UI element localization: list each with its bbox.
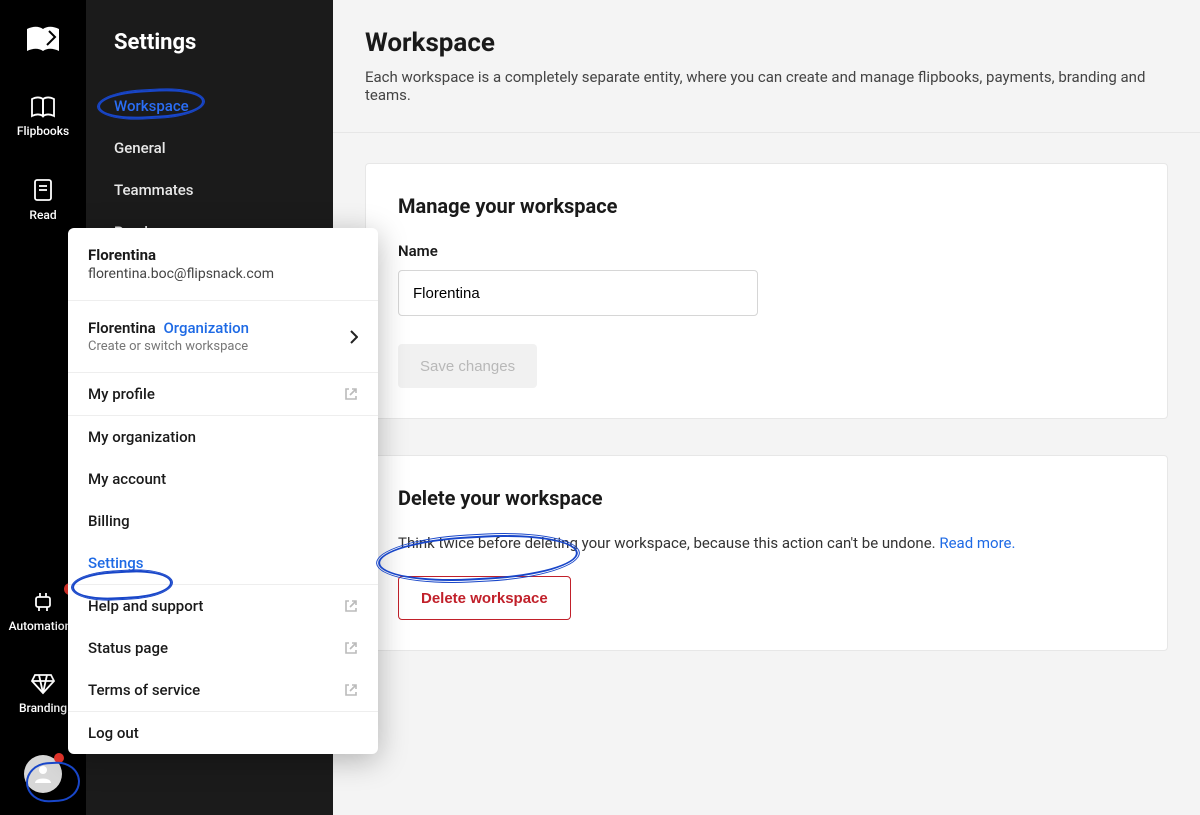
- page-header: Workspace Each workspace is a completely…: [333, 0, 1200, 133]
- dropdown-item-my-account[interactable]: My account: [68, 458, 378, 500]
- card-heading: Delete your workspace: [398, 486, 1135, 510]
- rail-label: Flipbooks: [17, 124, 69, 138]
- external-link-icon: [344, 641, 358, 655]
- dropdown-item-label: Billing: [88, 512, 130, 530]
- dropdown-item-label: Settings: [88, 554, 144, 572]
- dropdown-user-name: Florentina: [88, 246, 358, 264]
- rail-item-read[interactable]: Read: [0, 178, 86, 222]
- dropdown-item-label: My organization: [88, 428, 196, 446]
- sidebar-item-workspace[interactable]: Workspace: [86, 85, 333, 127]
- workspace-name-input[interactable]: [398, 270, 758, 316]
- manage-workspace-card: Manage your workspace Name Save changes: [365, 163, 1168, 419]
- sidebar-item-general[interactable]: General: [86, 127, 333, 169]
- robot-icon: [31, 589, 55, 613]
- chevron-right-icon: [350, 330, 358, 344]
- delete-workspace-button[interactable]: Delete workspace: [398, 576, 571, 620]
- dropdown-menu-list: My profile My organization My account Bi…: [68, 373, 378, 754]
- external-link-icon: [344, 599, 358, 613]
- dropdown-org-label: Organization: [163, 319, 249, 337]
- dropdown-workspace-name: Florentina: [88, 319, 156, 337]
- person-icon: [32, 763, 54, 785]
- main-content: Workspace Each workspace is a completely…: [333, 0, 1200, 815]
- sidebar-item-teammates[interactable]: Teammates: [86, 169, 333, 211]
- rail-item-flipbooks[interactable]: Flipbooks: [0, 96, 86, 138]
- page-title: Workspace: [365, 28, 1168, 58]
- save-changes-button[interactable]: Save changes: [398, 344, 537, 388]
- dropdown-user-section: Florentina florentina.boc@flipsnack.com: [68, 228, 378, 301]
- read-more-link[interactable]: Read more.: [939, 534, 1015, 552]
- dropdown-item-terms[interactable]: Terms of service: [68, 669, 378, 711]
- dropdown-item-label: My account: [88, 470, 166, 488]
- dropdown-item-billing[interactable]: Billing: [68, 500, 378, 542]
- name-field-label: Name: [398, 242, 1135, 260]
- dropdown-item-label: Log out: [88, 724, 139, 742]
- card-heading: Manage your workspace: [398, 194, 1135, 218]
- account-avatar[interactable]: [24, 755, 62, 793]
- notification-dot: [54, 753, 64, 763]
- external-link-icon: [344, 387, 358, 401]
- external-link-icon: [344, 683, 358, 697]
- delete-warning-text: Think twice before deleting your workspa…: [398, 534, 1135, 552]
- rail-label: Branding: [19, 701, 67, 715]
- delete-warning-body: Think twice before deleting your workspa…: [398, 534, 939, 552]
- dropdown-item-my-organization[interactable]: My organization: [68, 416, 378, 458]
- delete-workspace-card: Delete your workspace Think twice before…: [365, 455, 1168, 651]
- dropdown-user-email: florentina.boc@flipsnack.com: [88, 266, 358, 282]
- dropdown-item-label: My profile: [88, 385, 155, 403]
- dropdown-item-status-page[interactable]: Status page: [68, 627, 378, 669]
- account-dropdown: Florentina florentina.boc@flipsnack.com …: [68, 228, 378, 754]
- dropdown-item-label: Help and support: [88, 597, 203, 615]
- dropdown-item-log-out[interactable]: Log out: [68, 712, 378, 754]
- dropdown-item-settings[interactable]: Settings: [68, 542, 378, 584]
- dropdown-item-help-support[interactable]: Help and support: [68, 585, 378, 627]
- book-logo-icon: [25, 25, 61, 53]
- page-icon: [32, 178, 54, 202]
- page-subtitle: Each workspace is a completely separate …: [365, 68, 1168, 104]
- dropdown-workspace-switcher[interactable]: Florentina Organization Create or switch…: [68, 301, 378, 373]
- rail-label: Read: [29, 208, 56, 222]
- sidebar-title: Settings: [86, 30, 333, 85]
- dropdown-item-my-profile[interactable]: My profile: [68, 373, 378, 415]
- dropdown-switch-text: Create or switch workspace: [88, 339, 249, 354]
- open-book-icon: [30, 96, 56, 118]
- diamond-icon: [31, 673, 55, 695]
- dropdown-item-label: Status page: [88, 639, 168, 657]
- dropdown-item-label: Terms of service: [88, 681, 200, 699]
- app-logo[interactable]: [23, 22, 63, 56]
